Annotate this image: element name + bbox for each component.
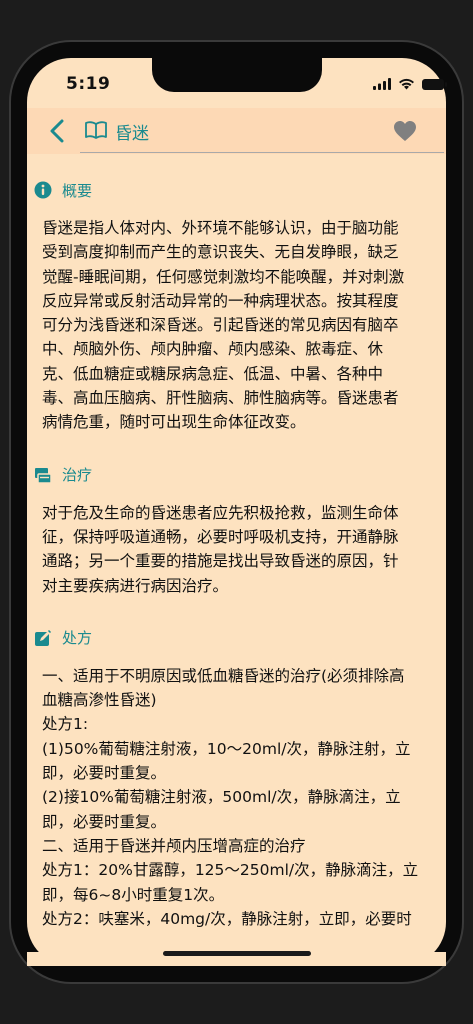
text-line: 觉醒-睡眠间期，任何感觉刺激均不能唤醒，并对刺激 [42, 267, 405, 286]
text-line: (1)50%葡萄糖注射液，10～20ml/次，静脉注射，立 [42, 739, 411, 758]
info-icon [34, 181, 52, 199]
text-line: 毒、高血压脑病、肝性脑病、肺性脑病等。昏迷患者 [42, 389, 399, 408]
text-line: 可分为浅昏迷和深昏迷。引起昏迷的常见病因有脑卒 [42, 316, 399, 335]
text-line: 二、适用于昏迷并颅内压增高症的治疗 [42, 836, 306, 855]
wifi-icon [399, 78, 414, 90]
text-line: 即，每6~8小时重复1次。 [42, 885, 225, 904]
section-title: 处方 [62, 629, 93, 648]
text-line: 反应异常或反射活动异常的一种病理状态。按其程度 [42, 291, 399, 310]
status-time: 5:19 [66, 74, 111, 94]
text-line: 血糖高渗性昏迷) [42, 691, 157, 710]
text-line: 处方1：20%甘露醇，125～250ml/次，静脉滴注，立 [42, 861, 419, 880]
section-treatment: 治疗 对于危及生命的昏迷患者应先积极抢救，监测生命体 征，保持呼吸道通畅，必要时… [35, 463, 435, 598]
text-line: 受到高度抑制而产生的意识丧失、无自发睁眼，缺乏 [42, 243, 399, 262]
text-line: 处方1: [42, 715, 89, 734]
signal-icon [373, 78, 391, 90]
section-header: 治疗 [35, 463, 435, 487]
edit-icon [35, 629, 52, 646]
section-overview: 概要 昏迷是指人体对内、外环境不能够认识，由于脑功能 受到高度抑制而产生的意识丧… [34, 178, 435, 435]
text-line: 处方2：呋塞米，40mg/次，静脉注射，立即，必要时 [42, 909, 412, 928]
book-icon [85, 121, 107, 139]
text-line: 病情危重，随时可出现生命体征改变。 [42, 413, 306, 432]
text-line: (2)接10%葡萄糖注射液，500ml/次，静脉滴注，立 [42, 788, 401, 807]
section-header: 处方 [35, 626, 435, 650]
text-line: 一、适用于不明原因或低血糖昏迷的治疗(必须排除高 [42, 666, 405, 685]
nav-divider [80, 152, 444, 153]
text-line: 克、低血糖症或糖尿病急症、低温、中暑、各种中 [42, 364, 384, 383]
article-content: 概要 昏迷是指人体对内、外环境不能够认识，由于脑功能 受到高度抑制而产生的意识丧… [34, 170, 435, 931]
section-prescription: 处方 一、适用于不明原因或低血糖昏迷的治疗(必须排除高 血糖高渗性昏迷) 处方1… [35, 626, 435, 931]
section-title: 治疗 [62, 466, 93, 485]
text-line: 对于危及生命的昏迷患者应先积极抢救，监测生命体 [42, 503, 399, 522]
section-body: 一、适用于不明原因或低血糖昏迷的治疗(必须排除高 血糖高渗性昏迷) 处方1: (… [40, 664, 435, 931]
section-header: 概要 [34, 178, 435, 202]
text-line: 即，必要时重复。 [42, 764, 167, 783]
text-line: 昏迷是指人体对内、外环境不能够认识，由于脑功能 [42, 219, 399, 237]
text-line: 中、颅脑外伤、颅内肿瘤、颅内感染、脓毒症、休 [42, 340, 384, 359]
text-line: 即，必要时重复。 [42, 812, 167, 831]
notch [152, 58, 322, 92]
home-indicator[interactable] [163, 951, 311, 956]
battery-icon [422, 78, 447, 90]
section-body: 对于危及生命的昏迷患者应先积极抢救，监测生命体 征，保持呼吸道通畅，必要时呼吸机… [40, 501, 435, 598]
treatment-icon [35, 467, 52, 484]
text-line: 对主要疾病进行病因治疗。 [42, 576, 229, 595]
status-icons [373, 78, 447, 90]
section-body: 昏迷是指人体对内、外环境不能够认识，由于脑功能 受到高度抑制而产生的意识丧失、无… [40, 216, 435, 435]
chevron-left-icon[interactable] [46, 118, 68, 144]
section-title: 概要 [62, 181, 93, 200]
text-line: 通路；另一个重要的措施是找出导致昏迷的原因，针 [42, 552, 399, 571]
text-line: 征，保持呼吸道通畅，必要时呼吸机支持，开通静脉 [42, 527, 399, 546]
page-title: 昏迷 [115, 124, 149, 144]
heart-icon[interactable] [393, 120, 417, 142]
